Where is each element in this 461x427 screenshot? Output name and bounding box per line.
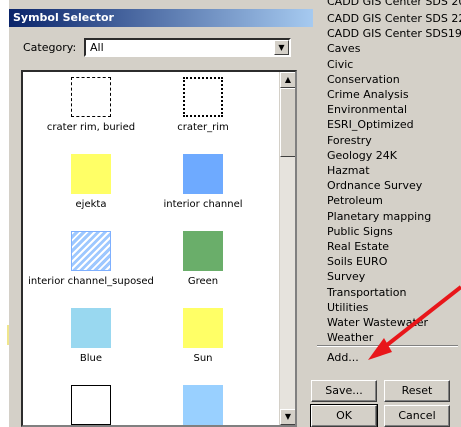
- menu-item[interactable]: CADD GIS Center SDS195: [327, 27, 461, 40]
- symbol-item[interactable]: crater_rim: [138, 77, 268, 133]
- menu-separator: [317, 345, 458, 347]
- symbol-label: crater rim, buried: [46, 122, 136, 133]
- symbol-list[interactable]: crater rim, buried crater_rimejekta interi…: [21, 70, 297, 427]
- symbol-item[interactable]: interior channel_suposed: [26, 231, 156, 287]
- ok-button[interactable]: OK: [310, 404, 378, 427]
- symbol-swatch: [71, 231, 111, 271]
- cancel-button[interactable]: Cancel: [384, 405, 450, 427]
- menu-item-add[interactable]: Add...: [327, 351, 359, 364]
- symbol-swatch: [71, 77, 111, 117]
- category-combobox[interactable]: All ▼: [84, 38, 291, 57]
- scroll-up-icon[interactable]: ▲: [280, 72, 295, 88]
- left-background-strip: [0, 0, 9, 427]
- menu-item[interactable]: Public Signs: [327, 225, 393, 238]
- menu-item[interactable]: Ordnance Survey: [327, 179, 422, 192]
- menu-item[interactable]: Caves: [327, 42, 360, 55]
- symbol-swatch: [183, 77, 223, 117]
- save-button[interactable]: Save...: [311, 380, 377, 402]
- menu-item[interactable]: Geology 24K: [327, 149, 397, 162]
- menu-item[interactable]: Real Estate: [327, 240, 389, 253]
- symbol-swatch: [71, 154, 111, 194]
- scrollbar-thumb[interactable]: [280, 88, 295, 157]
- symbol-list-scrollbar[interactable]: ▲ ▼: [279, 72, 295, 425]
- symbol-label: Sun: [193, 353, 213, 364]
- symbol-swatch: [183, 308, 223, 348]
- menu-item[interactable]: Water Wastewater: [327, 316, 428, 329]
- symbol-swatch: [71, 308, 111, 348]
- symbol-item[interactable]: Blue: [26, 308, 156, 364]
- menu-item[interactable]: CADD GIS Center SDS 220: [327, 12, 461, 25]
- symbol-label: Green: [187, 276, 219, 287]
- title-bar: Symbol Selector: [9, 9, 313, 27]
- symbol-selector-window: Symbol Selector Category: All ▼ crater r…: [0, 0, 461, 427]
- menu-item[interactable]: Transportation: [327, 286, 406, 299]
- symbol-swatch: [183, 385, 223, 425]
- menu-item[interactable]: Planetary mapping: [327, 210, 431, 223]
- symbol-item[interactable]: interior channel: [138, 154, 268, 210]
- symbol-swatch: [183, 154, 223, 194]
- symbol-label: ejekta: [75, 199, 107, 210]
- menu-item[interactable]: Hazmat: [327, 164, 370, 177]
- menu-item[interactable]: Soils EURO: [327, 255, 387, 268]
- reset-button[interactable]: Reset: [384, 380, 450, 402]
- menu-item-top[interactable]: CADD GIS Center SDS 200: [327, 0, 461, 8]
- menu-item[interactable]: Conservation: [327, 73, 400, 86]
- symbol-item[interactable]: Green: [138, 231, 268, 287]
- symbol-item[interactable]: [26, 385, 156, 425]
- menu-item[interactable]: Survey: [327, 270, 365, 283]
- symbol-item[interactable]: Sun: [138, 308, 268, 364]
- window-title: Symbol Selector: [13, 11, 114, 24]
- symbol-label: Blue: [79, 353, 103, 364]
- style-references-menu: CADD GIS Center SDS 200 CADD GIS Center …: [313, 0, 461, 370]
- symbol-swatch: [183, 231, 223, 271]
- symbol-item[interactable]: crater rim, buried: [26, 77, 156, 133]
- symbol-label: crater_rim: [177, 122, 229, 133]
- menu-item[interactable]: Civic: [327, 58, 353, 71]
- menu-item[interactable]: Petroleum: [327, 194, 383, 207]
- symbol-item[interactable]: ejekta: [26, 154, 156, 210]
- menu-item[interactable]: ESRI_Optimized: [327, 118, 414, 131]
- menu-item[interactable]: Crime Analysis: [327, 88, 409, 101]
- category-value: All: [90, 41, 104, 54]
- menu-item[interactable]: Environmental: [327, 103, 407, 116]
- left-edge-marker: [7, 325, 9, 345]
- menu-item[interactable]: Weather: [327, 331, 373, 344]
- symbol-label: interior channel_suposed: [28, 276, 154, 287]
- symbol-item[interactable]: [138, 385, 268, 425]
- menu-item[interactable]: Utilities: [327, 301, 368, 314]
- symbol-swatch: [71, 385, 111, 425]
- menu-item[interactable]: Forestry: [327, 134, 372, 147]
- scroll-down-icon[interactable]: ▼: [280, 409, 295, 425]
- dropdown-arrow-icon[interactable]: ▼: [274, 40, 289, 55]
- category-label: Category:: [23, 41, 77, 54]
- symbol-label: interior channel: [163, 199, 243, 210]
